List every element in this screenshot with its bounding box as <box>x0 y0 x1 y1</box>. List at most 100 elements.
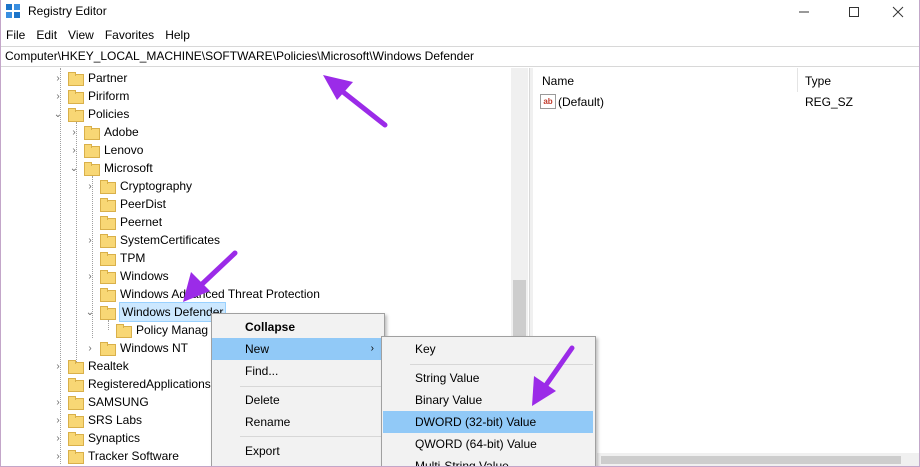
context-menu: Collapse New › Find... Delete Rename Exp… <box>211 313 385 466</box>
address-bar[interactable]: Computer\HKEY_LOCAL_MACHINE\SOFTWARE\Pol… <box>1 46 919 67</box>
menu-item-delete[interactable]: Delete <box>212 389 384 411</box>
submenu-item-multi-string-value[interactable]: Multi-String Value <box>382 455 595 466</box>
chevron-right-icon[interactable]: › <box>52 87 64 105</box>
tree-node[interactable]: Policy Manag <box>100 321 208 339</box>
value-name: (Default) <box>558 95 605 109</box>
menu-favorites[interactable]: Favorites <box>100 26 160 44</box>
tree-node[interactable]: › SAMSUNG <box>52 393 149 411</box>
folder-icon <box>100 216 116 230</box>
menu-item-rename[interactable]: Rename <box>212 411 384 433</box>
minimize-button[interactable] <box>781 0 827 24</box>
menu-view[interactable]: View <box>63 26 100 44</box>
submenu-item-qword-value[interactable]: QWORD (64-bit) Value <box>382 433 595 455</box>
value-row[interactable]: ab (Default) REG_SZ <box>533 93 919 111</box>
tree-node[interactable]: RegisteredApplications <box>52 375 211 393</box>
folder-icon <box>100 234 116 248</box>
registry-editor-window: Registry Editor File Edit View Favorites… <box>0 0 920 467</box>
registry-editor-icon <box>6 4 21 19</box>
folder-icon <box>68 108 84 122</box>
tree-node[interactable]: TPM <box>84 249 145 267</box>
tree-node[interactable]: › Piriform <box>52 87 129 105</box>
close-button[interactable] <box>875 0 919 24</box>
tree-node[interactable]: › Lenovo <box>68 141 143 159</box>
tree-node-label: Lenovo <box>104 143 144 157</box>
tree-node[interactable]: › Cryptography <box>84 177 192 195</box>
menu-separator <box>240 436 382 437</box>
tree-node[interactable]: › Windows NT <box>84 339 188 357</box>
tree-node[interactable]: Peernet <box>84 213 162 231</box>
chevron-right-icon[interactable]: › <box>52 447 64 465</box>
tree-node[interactable]: › Synaptics <box>52 429 140 447</box>
tree-node[interactable]: Windows Advanced Threat Protection <box>84 285 320 303</box>
chevron-right-icon[interactable]: › <box>84 339 96 357</box>
column-name-header[interactable]: Name <box>542 74 574 88</box>
tree-node-label: Cryptography <box>120 179 193 193</box>
tree-node-label: SAMSUNG <box>88 395 149 409</box>
menu-item-label: Find... <box>245 364 279 378</box>
column-divider[interactable] <box>797 68 798 92</box>
chevron-right-icon[interactable]: › <box>52 69 64 87</box>
chevron-right-icon[interactable]: › <box>68 141 80 159</box>
tree-node[interactable]: ⌄ Windows Defender <box>84 302 227 322</box>
values-horizontal-scrollbar[interactable] <box>597 453 919 466</box>
scroll-thumb[interactable] <box>601 456 901 464</box>
tree-node-label: RegisteredApplications <box>88 377 211 391</box>
tree-node-label: Partner <box>88 71 128 85</box>
chevron-right-icon[interactable] <box>84 249 96 267</box>
submenu-item-string-value[interactable]: String Value <box>382 367 595 389</box>
tree-node[interactable]: › SRS Labs <box>52 411 142 429</box>
chevron-right-icon[interactable]: › <box>84 231 96 249</box>
menu-item-find[interactable]: Find... <box>212 360 384 382</box>
chevron-right-icon[interactable]: › <box>52 357 64 375</box>
maximize-icon <box>849 7 859 17</box>
chevron-right-icon[interactable] <box>84 213 96 231</box>
tree-node[interactable]: › Tracker Software <box>52 447 179 465</box>
tree-node-label: Synaptics <box>88 431 141 445</box>
chevron-right-icon[interactable]: › <box>84 267 96 285</box>
menu-file[interactable]: File <box>1 26 31 44</box>
folder-icon <box>68 396 84 410</box>
submenu-item-binary-value[interactable]: Binary Value <box>382 389 595 411</box>
menu-item-label: Rename <box>245 415 291 429</box>
folder-icon <box>100 252 116 266</box>
chevron-down-icon[interactable]: ⌄ <box>52 105 64 123</box>
window-title: Registry Editor <box>28 4 107 18</box>
chevron-right-icon[interactable] <box>52 375 64 393</box>
chevron-right-icon[interactable] <box>100 321 112 339</box>
tree-node[interactable]: › Adobe <box>68 123 139 141</box>
folder-icon <box>68 360 84 374</box>
tree-node[interactable]: › SystemCertificates <box>84 231 220 249</box>
chevron-right-icon[interactable]: › <box>52 393 64 411</box>
tree-node[interactable]: › Realtek <box>52 357 129 375</box>
folder-icon <box>68 414 84 428</box>
tree-node[interactable]: PeerDist <box>84 195 166 213</box>
menu-item-new[interactable]: New › <box>212 338 384 360</box>
tree-node[interactable]: › Partner <box>52 69 127 87</box>
menu-item-export[interactable]: Export <box>212 440 384 462</box>
menu-item-collapse[interactable]: Collapse <box>212 316 384 338</box>
tree-node[interactable]: › Windows <box>84 267 169 285</box>
chevron-right-icon[interactable]: › <box>68 123 80 141</box>
chevron-right-icon[interactable] <box>84 195 96 213</box>
chevron-down-icon[interactable]: ⌄ <box>84 303 96 321</box>
submenu-item-key[interactable]: Key <box>382 338 595 360</box>
chevron-right-icon[interactable]: › <box>84 177 96 195</box>
column-type-header[interactable]: Type <box>805 74 831 88</box>
tree-node[interactable]: ⌄ Microsoft <box>68 159 153 177</box>
scroll-thumb[interactable] <box>513 280 526 342</box>
folder-icon <box>68 378 84 392</box>
menu-item-label: New <box>245 342 270 356</box>
value-type: REG_SZ <box>805 95 854 109</box>
maximize-button[interactable] <box>831 0 877 24</box>
chevron-down-icon[interactable]: ⌄ <box>68 159 80 177</box>
chevron-right-icon[interactable]: › <box>52 411 64 429</box>
menu-item-label: Export <box>245 444 280 458</box>
chevron-right-icon[interactable]: › <box>52 429 64 447</box>
tree-node[interactable]: ⌄ Policies <box>52 105 129 123</box>
chevron-right-icon[interactable] <box>84 285 96 303</box>
minimize-icon <box>799 11 809 13</box>
title-bar[interactable]: Registry Editor <box>1 0 919 24</box>
menu-edit[interactable]: Edit <box>31 26 63 44</box>
menu-help[interactable]: Help <box>160 26 196 44</box>
submenu-item-dword-value[interactable]: DWORD (32-bit) Value <box>383 411 593 433</box>
